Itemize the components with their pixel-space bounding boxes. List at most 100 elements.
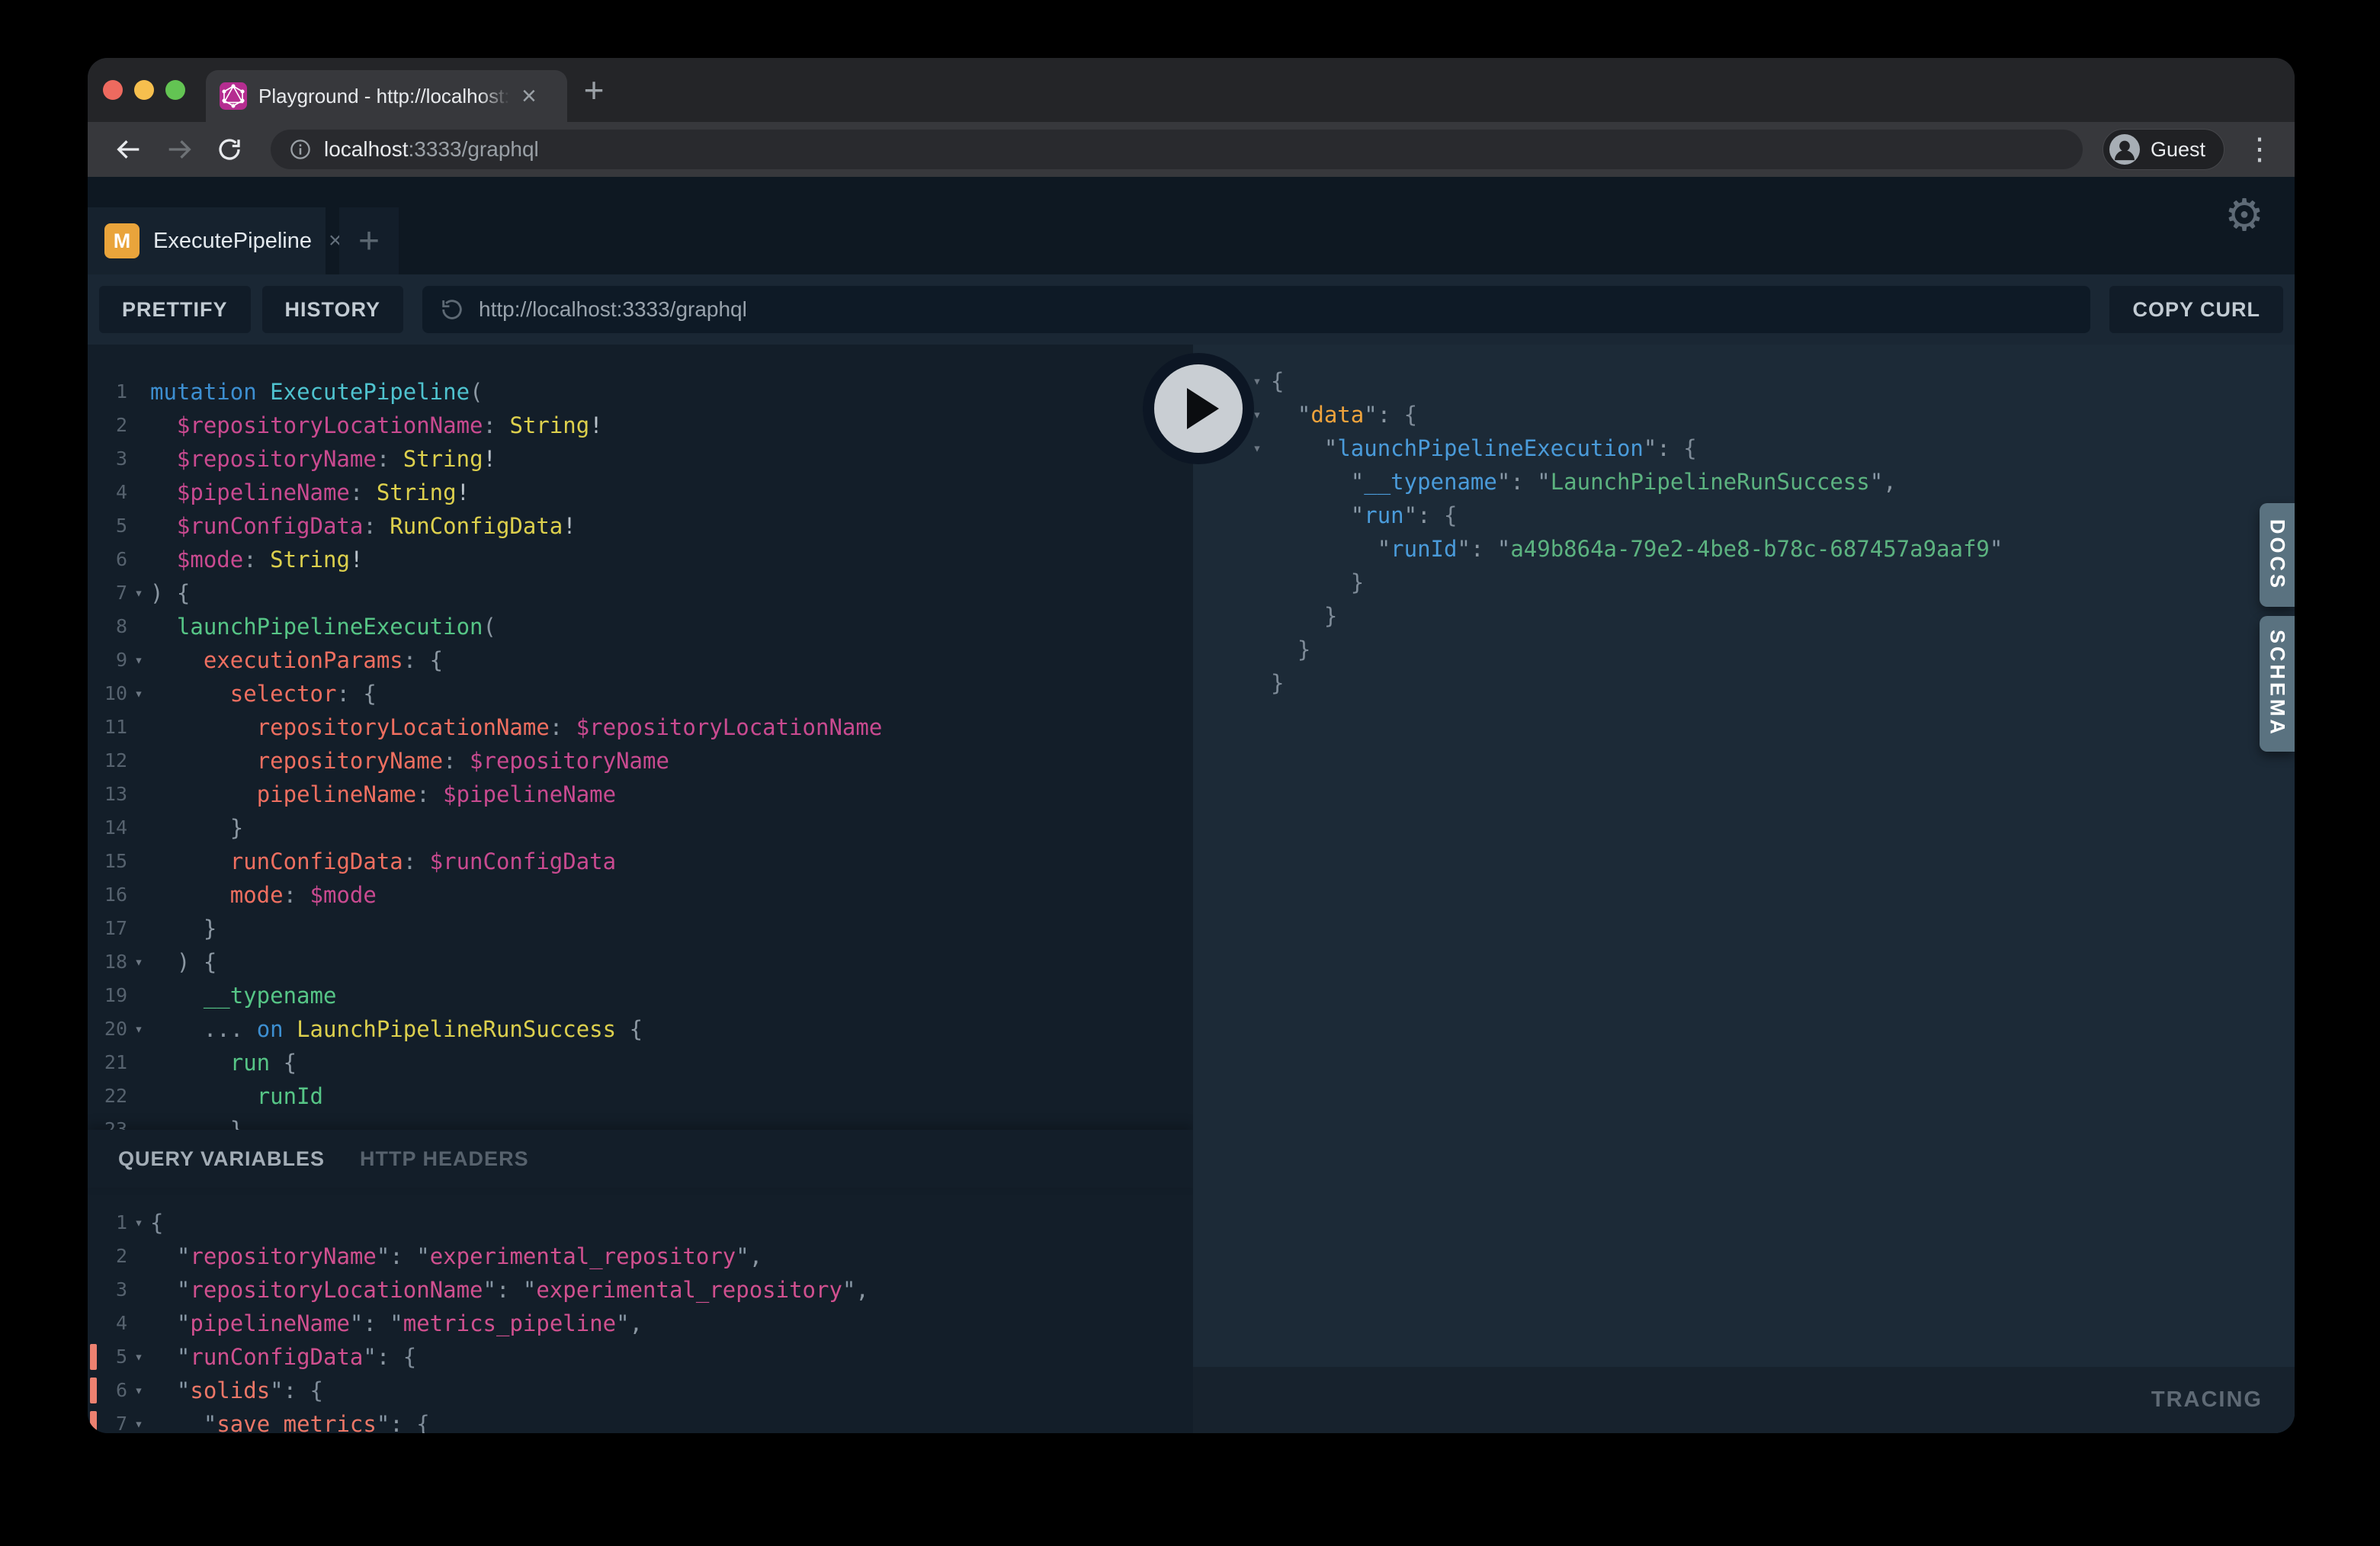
- tab-query-variables[interactable]: QUERY VARIABLES: [118, 1147, 325, 1171]
- browser-menu-kebab-icon[interactable]: ⋮: [2244, 132, 2275, 167]
- browser-tab-strip: Playground - http://localhost:3 × +: [88, 58, 2295, 122]
- fold-gutter: [127, 912, 150, 945]
- code-text: }: [150, 1113, 243, 1130]
- fold-gutter: [127, 610, 150, 643]
- code-line: ▾{: [1193, 364, 2295, 398]
- code-line: 1mutation ExecutePipeline(: [88, 375, 1193, 409]
- playground-main: 1mutation ExecutePipeline( 2 $repositoryL…: [88, 345, 2295, 1433]
- browser-tab[interactable]: Playground - http://localhost:3 ×: [206, 70, 567, 122]
- code-text: $pipelineName: String!: [150, 476, 470, 509]
- back-button[interactable]: [107, 128, 150, 171]
- close-window-button[interactable]: [103, 80, 123, 100]
- code-line: 11 repositoryLocationName: $repositoryLo…: [88, 710, 1193, 744]
- address-bar[interactable]: localhost:3333/graphql: [271, 130, 2083, 169]
- code-text: }: [1271, 599, 1337, 633]
- playground-header: M ExecutePipeline × + ⚙: [88, 177, 2295, 274]
- query-variables-editor[interactable]: 1▾{2 "repositoryName": "experimental_rep…: [88, 1188, 1193, 1433]
- history-button[interactable]: HISTORY: [262, 286, 404, 333]
- reload-button[interactable]: [208, 128, 251, 171]
- playground-tab-executepipeline[interactable]: M ExecutePipeline ×: [88, 207, 326, 274]
- fold-arrow-icon[interactable]: ▾: [127, 1206, 150, 1240]
- docs-side-tab[interactable]: DOCS: [2260, 503, 2295, 607]
- line-number: 17: [88, 912, 127, 945]
- line-number: 23: [88, 1113, 127, 1130]
- code-line: 18▾ ) {: [88, 945, 1193, 979]
- fold-arrow-icon[interactable]: ▾: [127, 677, 150, 710]
- code-text: {: [150, 1206, 163, 1240]
- profile-chip[interactable]: Guest: [2103, 129, 2224, 170]
- browser-toolbar: localhost:3333/graphql Guest ⋮: [88, 122, 2295, 177]
- code-text: selector: {: [150, 677, 377, 710]
- tab-close-icon[interactable]: ×: [521, 83, 537, 109]
- code-text: mutation ExecutePipeline(: [150, 375, 483, 409]
- code-line: ▾ "data": {: [1193, 398, 2295, 431]
- endpoint-input[interactable]: http://localhost:3333/graphql: [422, 286, 2090, 333]
- code-text: launchPipelineExecution(: [150, 610, 496, 643]
- code-line: 8 launchPipelineExecution(: [88, 610, 1193, 643]
- replay-icon[interactable]: [439, 297, 465, 322]
- settings-gear-icon[interactable]: ⚙: [2224, 194, 2264, 238]
- endpoint-url: http://localhost:3333/graphql: [479, 297, 747, 322]
- fold-arrow-icon[interactable]: ▾: [127, 945, 150, 979]
- tab-http-headers[interactable]: HTTP HEADERS: [360, 1147, 529, 1171]
- code-line: 19 __typename: [88, 979, 1193, 1012]
- fold-gutter: [127, 845, 150, 878]
- zoom-window-button[interactable]: [165, 80, 185, 100]
- code-line: ▾ "launchPipelineExecution": {: [1193, 431, 2295, 465]
- code-line: 16 mode: $mode: [88, 878, 1193, 912]
- line-number: 2: [88, 1240, 127, 1273]
- code-text: "runConfigData": {: [150, 1340, 416, 1374]
- tracing-bar[interactable]: TRACING: [1193, 1367, 2295, 1433]
- schema-side-tab[interactable]: SCHEMA: [2260, 616, 2295, 752]
- fold-gutter: [127, 1113, 150, 1130]
- lint-error-marker: [90, 1344, 97, 1370]
- fold-gutter: [127, 1240, 150, 1273]
- code-text: "solids": {: [150, 1374, 323, 1407]
- forward-button[interactable]: [158, 128, 200, 171]
- fold-gutter: [1243, 499, 1271, 532]
- code-line: 2 "repositoryName": "experimental_reposi…: [88, 1240, 1193, 1273]
- fold-arrow-icon[interactable]: ▾: [127, 1340, 150, 1374]
- page-info-icon[interactable]: [289, 138, 312, 161]
- fold-arrow-icon[interactable]: ▾: [1243, 431, 1271, 465]
- code-line: }: [1193, 666, 2295, 700]
- code-text: }: [150, 811, 243, 845]
- fold-arrow-icon[interactable]: ▾: [127, 643, 150, 677]
- fold-gutter: [127, 979, 150, 1012]
- person-icon: [2109, 134, 2140, 165]
- new-tab-button[interactable]: +: [567, 58, 621, 122]
- prettify-button[interactable]: PRETTIFY: [99, 286, 251, 333]
- fold-arrow-icon[interactable]: ▾: [127, 1374, 150, 1407]
- code-line: 15 runConfigData: $runConfigData: [88, 845, 1193, 878]
- execute-query-button[interactable]: [1143, 353, 1254, 464]
- code-text: $repositoryLocationName: String!: [150, 409, 603, 442]
- code-text: "save_metrics": {: [150, 1407, 430, 1433]
- code-text: }: [1271, 566, 1364, 599]
- lint-error-marker: [90, 1378, 97, 1403]
- browser-window: Playground - http://localhost:3 × + loca…: [88, 58, 2295, 1433]
- minimize-window-button[interactable]: [134, 80, 154, 100]
- fold-gutter: [127, 1307, 150, 1340]
- copy-curl-button[interactable]: COPY CURL: [2109, 286, 2283, 333]
- code-line: }: [1193, 599, 2295, 633]
- fold-arrow-icon[interactable]: ▾: [127, 1012, 150, 1046]
- code-text: __typename: [150, 979, 336, 1012]
- fold-arrow-icon[interactable]: ▾: [127, 1407, 150, 1433]
- play-button-circle: [1154, 364, 1243, 453]
- line-number: 19: [88, 979, 127, 1012]
- code-text: runConfigData: $runConfigData: [150, 845, 616, 878]
- fold-gutter: [127, 811, 150, 845]
- query-editor[interactable]: 1mutation ExecutePipeline(2 $repositoryL…: [88, 345, 1193, 1130]
- line-number: 4: [88, 1307, 127, 1340]
- fold-gutter: [127, 1046, 150, 1079]
- code-text: "runId": "a49b864a-79e2-4be8-b78c-687457…: [1271, 532, 2003, 566]
- url-host: localhost: [324, 137, 409, 161]
- fold-gutter: [127, 476, 150, 509]
- code-text: "launchPipelineExecution": {: [1271, 431, 1697, 465]
- code-text: ) {: [150, 945, 217, 979]
- new-playground-tab-button[interactable]: +: [339, 207, 399, 274]
- fold-arrow-icon[interactable]: ▾: [127, 576, 150, 610]
- code-text: mode: $mode: [150, 878, 377, 912]
- code-line: 4 $pipelineName: String!: [88, 476, 1193, 509]
- graphql-favicon-icon: [220, 82, 247, 110]
